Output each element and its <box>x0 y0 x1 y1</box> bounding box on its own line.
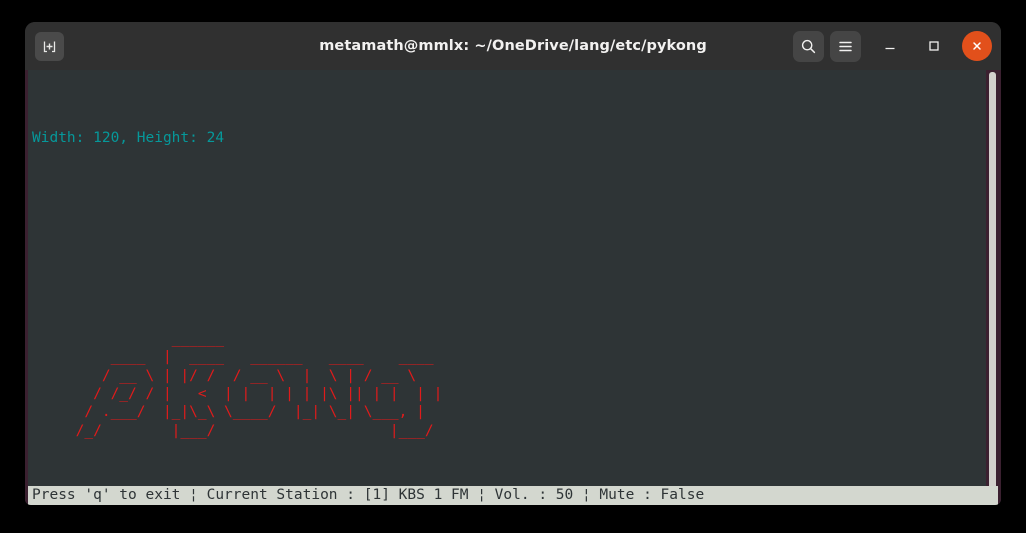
menu-button[interactable] <box>830 30 861 62</box>
close-icon <box>973 42 981 50</box>
close-button[interactable] <box>962 31 992 61</box>
terminal-dimensions-line: Width: 120, Height: 24 <box>32 129 225 146</box>
search-button[interactable] <box>793 30 824 62</box>
title-bar: metamath@mmlx: ~/OneDrive/lang/etc/pykon… <box>25 22 1001 70</box>
search-icon <box>801 39 816 53</box>
new-tab-button[interactable] <box>35 31 64 61</box>
minimize-button[interactable] <box>875 31 905 61</box>
terminal-window: metamath@mmlx: ~/OneDrive/lang/etc/pykon… <box>25 22 1001 505</box>
maximize-icon <box>929 41 939 51</box>
maximize-button[interactable] <box>919 31 949 61</box>
new-tab-icon <box>43 41 56 52</box>
pykong-ascii-logo: ______ ____ | ____ ______ ____ ____ / __… <box>75 331 443 439</box>
terminal-scrollbar[interactable] <box>986 70 998 505</box>
terminal-area[interactable]: Width: 120, Height: 24 ______ ____ | ___… <box>25 70 1001 505</box>
terminal-screen[interactable]: Width: 120, Height: 24 ______ ____ | ___… <box>28 70 986 505</box>
scrollbar-thumb[interactable] <box>988 72 996 503</box>
minimize-icon <box>885 47 895 50</box>
status-bar: Press 'q' to exit ¦ Current Station : [1… <box>28 486 998 505</box>
hamburger-menu-icon <box>839 41 852 51</box>
window-controls <box>793 30 992 62</box>
